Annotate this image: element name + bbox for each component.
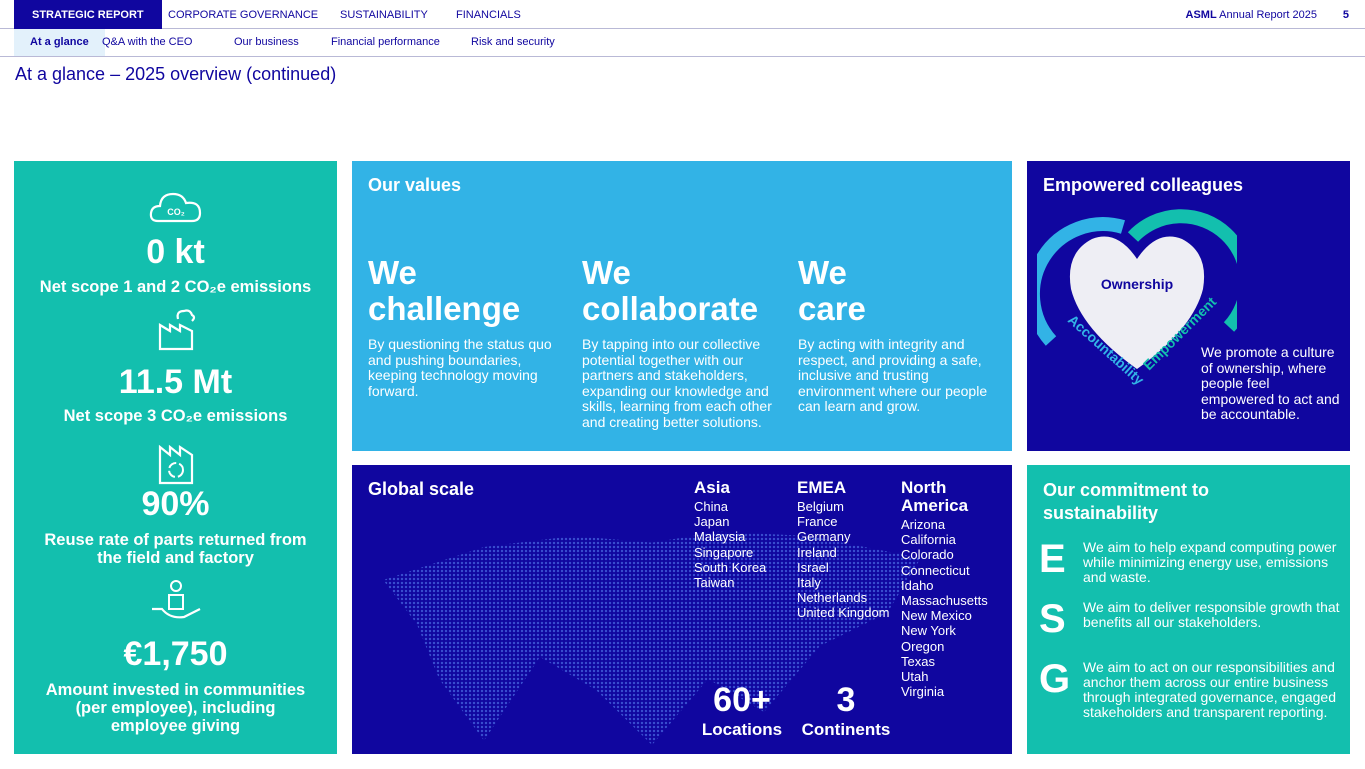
metric-value: 90% bbox=[141, 485, 210, 523]
location-item: China bbox=[694, 499, 728, 514]
stat-value: 60+ bbox=[713, 681, 771, 719]
stat-continents: 3 Continents bbox=[796, 681, 896, 740]
metric-value: 11.5 Mt bbox=[118, 363, 233, 401]
tab-corporate-governance[interactable]: CORPORATE GOVERNANCE bbox=[150, 0, 336, 29]
location-item: New Mexico bbox=[901, 608, 972, 624]
location-item: Belgium bbox=[797, 499, 844, 514]
sub-nav: At a glance Q&A with the CEO Our busines… bbox=[0, 29, 1365, 57]
value-text: By tapping into our collective potential… bbox=[582, 336, 772, 430]
recycle-factory-icon bbox=[158, 444, 193, 485]
location-item: Massachusetts bbox=[901, 593, 988, 609]
panel-title: Our values bbox=[368, 175, 462, 195]
global-panel: Global scale Asia China Japan Malaysia Singa… bbox=[352, 465, 1012, 754]
location-item: Germany bbox=[797, 529, 851, 545]
region-north-america: North America Arizona California Colorado Co… bbox=[901, 478, 1001, 700]
location-item: Malaysia bbox=[694, 529, 746, 545]
colleagues-panel: Empowered colleagues Ownership Accountab… bbox=[1027, 161, 1350, 451]
top-nav: STRATEGIC REPORT CORPORATE GOVERNANCE SU… bbox=[0, 0, 1365, 29]
region-name: North America bbox=[901, 478, 969, 515]
value-item: We care By acting with integrity and resp… bbox=[798, 255, 998, 415]
location-item: Netherlands bbox=[797, 590, 868, 606]
location-item: Japan bbox=[694, 514, 730, 530]
location-item: New York bbox=[901, 623, 956, 639]
panel-title: Our commitment to sustainability bbox=[1043, 480, 1210, 523]
value-heading: We care bbox=[798, 254, 866, 327]
co2-cloud-icon: CO₂ bbox=[149, 192, 201, 223]
location-item: South Korea bbox=[694, 559, 767, 575]
page-number: 5 bbox=[1342, 9, 1349, 21]
subtab-risk-security[interactable]: Risk and security bbox=[455, 29, 571, 56]
location-item: Texas bbox=[901, 653, 935, 669]
value-text: By questioning the status quo and pushin… bbox=[368, 336, 552, 399]
stat-value: 3 bbox=[836, 681, 856, 719]
stat-label: Continents bbox=[801, 720, 891, 739]
brand-name: ASML bbox=[1185, 9, 1217, 21]
factory-icon bbox=[158, 309, 195, 351]
value-heading: We collaborate bbox=[582, 254, 759, 327]
svg-text:CO₂: CO₂ bbox=[167, 207, 185, 217]
location-item: Colorado bbox=[901, 547, 954, 563]
stat-locations: 60+ Locations bbox=[692, 681, 792, 740]
metrics-panel: CO₂ 0 kt Net scope 1 and 2 CO₂e emission… bbox=[14, 161, 337, 754]
metric-label: Net scope 3 CO₂e emissions bbox=[63, 407, 288, 425]
page-title: At a glance – 2025 overview (continued) bbox=[15, 64, 337, 84]
location-item: California bbox=[901, 532, 956, 548]
region-emea: EMEA Belgium France Germany Ireland Israel Ita… bbox=[797, 479, 890, 621]
location-item: France bbox=[797, 514, 838, 530]
location-item: Taiwan bbox=[694, 575, 735, 591]
panel-title: Empowered colleagues bbox=[1043, 175, 1244, 195]
value-item: We challenge By questioning the status qu… bbox=[368, 255, 568, 399]
esg-letter: G bbox=[1039, 657, 1071, 701]
subtab-qa-ceo[interactable]: Q&A with the CEO bbox=[86, 29, 208, 56]
heart-label: Ownership bbox=[1101, 276, 1173, 292]
location-item: United Kingdom bbox=[797, 605, 890, 621]
location-item: Singapore bbox=[694, 544, 754, 560]
subtab-our-business[interactable]: Our business bbox=[218, 29, 315, 56]
report-name: Annual Report 2025 bbox=[1219, 9, 1317, 21]
panel-title: Global scale bbox=[368, 479, 475, 499]
location-item: Oregon bbox=[901, 638, 945, 654]
hand-person-icon bbox=[151, 580, 200, 619]
metric-label: Reuse rate of parts returned from the fi… bbox=[44, 531, 307, 567]
metric-label: Net scope 1 and 2 CO₂e emissions bbox=[39, 278, 312, 296]
esg-text: We aim to act on our responsibilities an… bbox=[1083, 659, 1336, 720]
esg-text: We aim to deliver responsible growth tha… bbox=[1083, 599, 1340, 630]
location-item: Italy bbox=[797, 575, 821, 591]
tab-financials[interactable]: FINANCIALS bbox=[438, 0, 539, 29]
tab-strategic-report[interactable]: STRATEGIC REPORT bbox=[14, 0, 162, 29]
heart-icon bbox=[1069, 236, 1205, 369]
value-heading: We challenge bbox=[368, 254, 521, 327]
location-item: Idaho bbox=[901, 577, 934, 593]
value-text: By acting with integrity and respect, an… bbox=[798, 336, 988, 414]
location-item: Israel bbox=[797, 559, 829, 575]
metric-value: €1,750 bbox=[123, 635, 228, 673]
metric-value: 0 kt bbox=[146, 233, 205, 271]
region-asia: Asia China Japan Malaysia Singapore South Kor… bbox=[694, 478, 767, 591]
subtab-financial-performance[interactable]: Financial performance bbox=[315, 29, 456, 56]
location-item: Ireland bbox=[797, 544, 837, 560]
esg-text: We aim to help expand computing power wh… bbox=[1083, 539, 1337, 585]
stat-label: Locations bbox=[701, 720, 783, 739]
commitment-panel: Our commitment to sustainability E We aim… bbox=[1027, 465, 1350, 754]
location-item: Utah bbox=[901, 669, 929, 685]
location-item: Virginia bbox=[901, 684, 945, 700]
metric-label: Amount invested in communities (per empl… bbox=[45, 681, 306, 735]
esg-letter: E bbox=[1039, 537, 1066, 581]
colleagues-text: We promote a culture of ownership, where… bbox=[1201, 344, 1340, 422]
region-name: EMEA bbox=[797, 478, 847, 497]
tab-sustainability[interactable]: SUSTAINABILITY bbox=[322, 0, 446, 29]
region-name: Asia bbox=[694, 478, 730, 497]
report-brand: ASML Annual Report 2025 bbox=[1186, 0, 1317, 31]
value-item: We collaborate By tapping into our collec… bbox=[582, 255, 782, 430]
esg-letter: S bbox=[1039, 597, 1066, 641]
location-item: Connecticut bbox=[901, 562, 970, 578]
values-panel: Our values We challenge By questioning th… bbox=[352, 161, 1012, 451]
location-item: Arizona bbox=[901, 517, 946, 532]
